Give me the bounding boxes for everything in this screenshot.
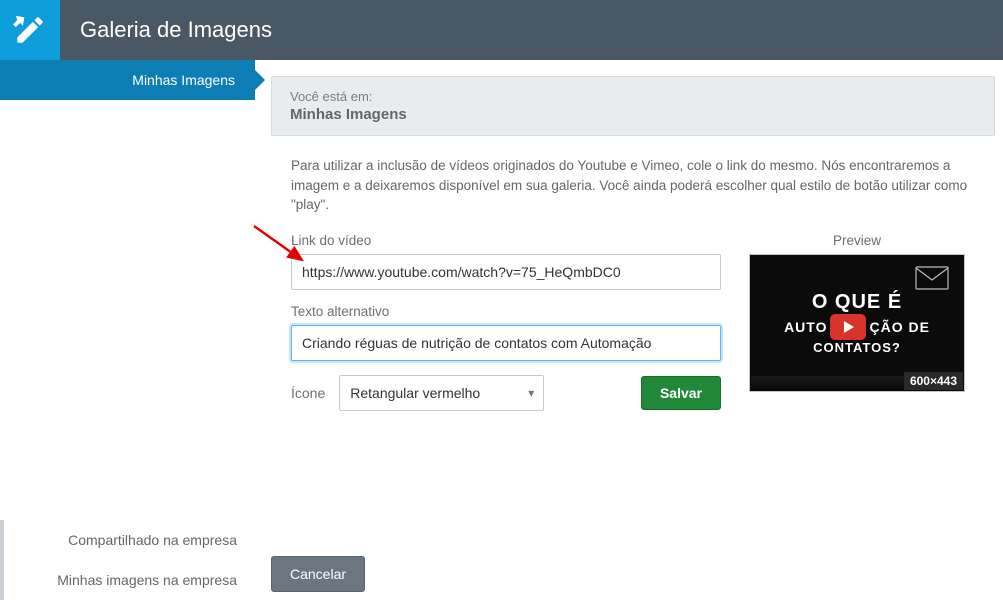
body: Minhas Imagens Compartilhado na empresa …	[0, 60, 1003, 600]
alt-label: Texto alternativo	[291, 304, 721, 319]
icone-select[interactable]: Retangular vermelho	[339, 375, 544, 411]
play-icon	[830, 314, 866, 340]
link-input[interactable]	[291, 254, 721, 290]
page-title: Galeria de Imagens	[60, 0, 272, 60]
breadcrumb: Você está em: Minhas Imagens	[271, 76, 995, 136]
cancel-button[interactable]: Cancelar	[271, 556, 365, 592]
topbar: Galeria de Imagens	[0, 0, 1003, 60]
envelope-icon	[915, 266, 949, 295]
link-label: Link do vídeo	[291, 233, 721, 248]
breadcrumb-title: Minhas Imagens	[290, 106, 976, 123]
preview-thumbnail: O QUE É AUTO ÇÃO DE CONTATOS? 600×443	[749, 254, 965, 392]
icon-save-row: Ícone Retangular vermelho ▾ Salvar	[291, 375, 721, 411]
sidebar-item-label: Minhas Imagens	[132, 72, 235, 88]
icone-label: Ícone	[291, 385, 325, 401]
sidebar-item-label: Compartilhado na empresa	[68, 532, 237, 548]
main-content: Você está em: Minhas Imagens Para utiliz…	[255, 60, 1003, 600]
preview-text-line2: AUTO ÇÃO DE	[784, 314, 930, 340]
icone-select-wrap: Retangular vermelho ▾	[339, 375, 544, 411]
preview-column: Preview O QUE É AUTO ÇÃO DE	[749, 233, 965, 411]
form-column: Link do vídeo Texto alternativo Ícone Re…	[291, 233, 721, 411]
sidebar-item-minhas-imagens-empresa[interactable]: Minhas imagens na empresa	[4, 560, 255, 600]
sidebar-item-minhas-imagens[interactable]: Minhas Imagens	[0, 60, 255, 100]
field-texto-alternativo: Texto alternativo	[291, 304, 721, 361]
pencil-ruler-icon	[13, 13, 47, 47]
help-text: Para utilizar a inclusão de vídeos origi…	[291, 156, 995, 215]
sidebar: Minhas Imagens Compartilhado na empresa …	[0, 60, 255, 600]
preview-text-line3: CONTATOS?	[813, 340, 901, 355]
sidebar-bottom-group: Compartilhado na empresa Minhas imagens …	[0, 520, 255, 600]
content-top: Para utilizar a inclusão de vídeos origi…	[271, 156, 995, 411]
breadcrumb-prefix: Você está em:	[290, 89, 976, 104]
sidebar-item-label: Minhas imagens na empresa	[57, 572, 237, 588]
sidebar-item-compartilhado-empresa[interactable]: Compartilhado na empresa	[4, 520, 255, 560]
field-link-video: Link do vídeo	[291, 233, 721, 290]
alt-input[interactable]	[291, 325, 721, 361]
cancel-row: Cancelar	[271, 556, 995, 592]
app-icon-box	[0, 0, 60, 60]
preview-text-line1: O QUE É	[812, 291, 902, 314]
content-row: Link do vídeo Texto alternativo Ícone Re…	[291, 233, 995, 411]
dimensions-badge: 600×443	[904, 372, 963, 390]
save-button[interactable]: Salvar	[641, 376, 721, 410]
preview-label: Preview	[749, 233, 965, 248]
